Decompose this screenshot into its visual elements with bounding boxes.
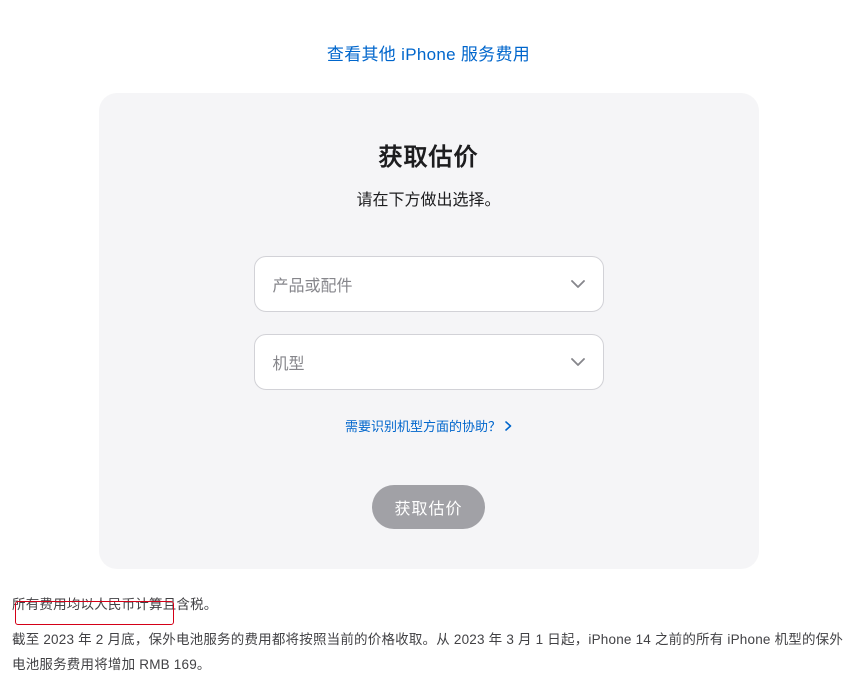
product-select[interactable]: 产品或配件 (254, 256, 604, 312)
estimate-card: 获取估价 请在下方做出选择。 产品或配件 机型 需要识别机型方面的协助？ 获取估… (99, 93, 759, 569)
model-select[interactable]: 机型 (254, 334, 604, 390)
product-select-placeholder: 产品或配件 (273, 272, 353, 296)
chevron-down-icon (571, 280, 585, 288)
chevron-right-icon (505, 421, 512, 431)
model-select-placeholder: 机型 (273, 350, 305, 374)
footer-line2: 截至 2023 年 2 月底，保外电池服务的费用都将按照当前的价格收取。从 20… (12, 628, 845, 678)
footer-note: 所有费用均以人民币计算且含税。 截至 2023 年 2 月底，保外电池服务的费用… (0, 569, 857, 678)
top-link-container: 查看其他 iPhone 服务费用 (0, 0, 857, 93)
footer-line1: 所有费用均以人民币计算且含税。 (12, 593, 845, 618)
identify-model-help-link[interactable]: 需要识别机型方面的协助？ (345, 416, 512, 435)
model-select-wrap: 机型 (254, 334, 604, 390)
card-title: 获取估价 (139, 137, 719, 172)
help-link-label: 需要识别机型方面的协助？ (345, 416, 501, 435)
product-select-wrap: 产品或配件 (254, 256, 604, 312)
get-estimate-button[interactable]: 获取估价 (372, 485, 484, 529)
chevron-down-icon (571, 358, 585, 366)
card-subtitle: 请在下方做出选择。 (139, 186, 719, 210)
other-services-link[interactable]: 查看其他 iPhone 服务费用 (327, 45, 530, 64)
